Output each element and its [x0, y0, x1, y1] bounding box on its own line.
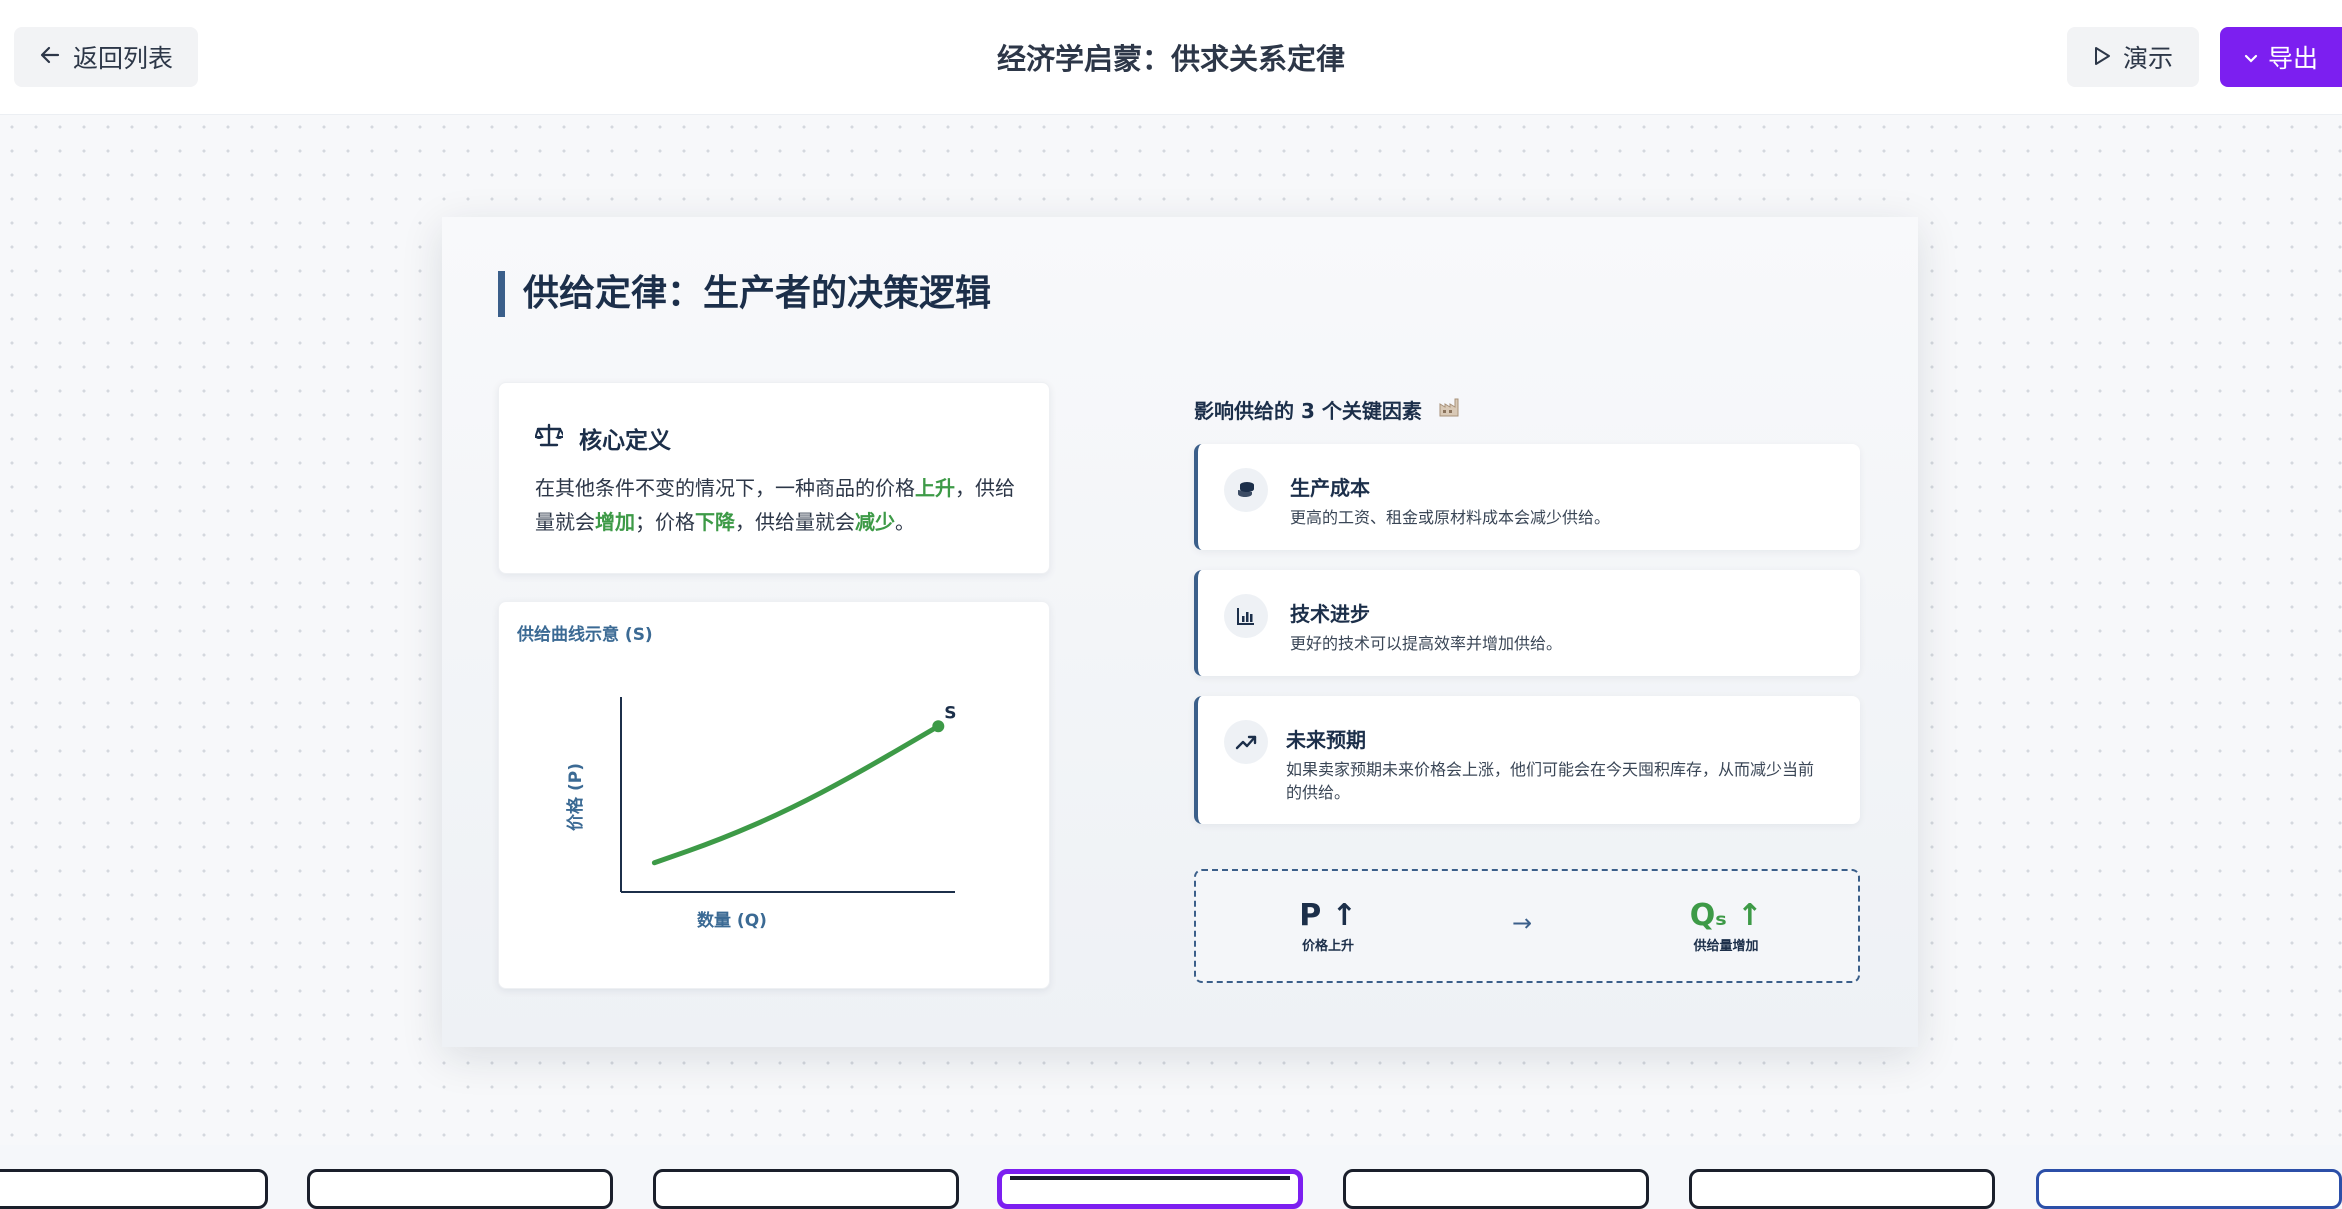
- y-axis-label: 价格 (P): [565, 763, 586, 831]
- chevron-down-icon: [2244, 43, 2258, 72]
- slide-thumbnail[interactable]: [1689, 1169, 1995, 1209]
- definition-text-part: ；价格: [635, 510, 695, 534]
- coins-icon: [1224, 468, 1268, 512]
- definition-heading-row: 核心定义: [534, 421, 671, 455]
- slide-thumbnail[interactable]: [0, 1169, 268, 1209]
- factor-card-technology: 技术进步 更好的技术可以提高效率并增加供给。: [1194, 570, 1860, 676]
- definition-card: 核心定义 在其他条件不变的情况下，一种商品的价格上升，供给量就会增加；价格下降，…: [498, 382, 1050, 574]
- summary-quantity: Qₛ ↑ 供给量增加: [1666, 898, 1786, 955]
- highlight-fall: 下降: [695, 510, 735, 534]
- slide-thumbnail[interactable]: [2036, 1169, 2342, 1209]
- definition-text-part: ，供给量就会: [735, 510, 855, 534]
- slide-thumbnails: [0, 1146, 2342, 1209]
- slide-thumbnail[interactable]: [307, 1169, 613, 1209]
- price-up-label: 价格上升: [1301, 939, 1354, 954]
- factors-title: 影响供给的 3 个关键因素: [1194, 399, 1422, 423]
- page-title: 经济学启蒙：供求关系定律: [996, 42, 1345, 76]
- highlight-rise: 上升: [915, 476, 955, 500]
- factor-name: 技术进步: [1290, 602, 1370, 626]
- summary-price: P ↑ 价格上升: [1288, 898, 1368, 955]
- slide[interactable]: 供给定律：生产者的决策逻辑 核心定义 在其他条件不变的情况下，一种商品的价格上升…: [442, 217, 1918, 1047]
- factor-card-expectations: 未来预期 如果卖家预期未来价格会上涨，他们可能会在今天囤积库存，从而减少当前的供…: [1194, 696, 1860, 824]
- factor-description: 更高的工资、租金或原材料成本会减少供给。: [1290, 508, 1611, 527]
- summary-box: P ↑ 价格上升 → Qₛ ↑ 供给量增加: [1194, 869, 1860, 983]
- slide-thumbnail[interactable]: [1343, 1169, 1649, 1209]
- factory-icon: [1438, 396, 1462, 423]
- definition-text-part: 。: [895, 510, 915, 534]
- factor-card-cost: 生产成本 更高的工资、租金或原材料成本会减少供给。: [1194, 444, 1860, 550]
- supply-curve-card: 供给曲线示意 (S) 数量 (Q) 价格 (P) S: [498, 601, 1050, 989]
- slide-title: 供给定律：生产者的决策逻辑: [498, 271, 991, 317]
- trend-up-icon: [1224, 720, 1268, 764]
- editor-canvas: 供给定律：生产者的决策逻辑 核心定义 在其他条件不变的情况下，一种商品的价格上升…: [0, 115, 2342, 1145]
- play-icon: [2093, 43, 2111, 72]
- factors-title-row: 影响供给的 3 个关键因素: [1194, 395, 1462, 424]
- present-label: 演示: [2122, 44, 2173, 73]
- top-bar: 返回列表 经济学启蒙：供求关系定律 演示 导出: [0, 0, 2342, 115]
- factor-description: 如果卖家预期未来价格会上涨，他们可能会在今天囤积库存，从而减少当前的供给。: [1286, 760, 1815, 802]
- factor-name: 生产成本: [1290, 476, 1370, 500]
- supply-curve-endpoint: [932, 720, 945, 733]
- bar-chart-icon: [1224, 594, 1268, 638]
- arrow-right-icon: →: [1512, 909, 1533, 937]
- supply-curve-chart: 数量 (Q) 价格 (P) S: [565, 697, 957, 931]
- present-button[interactable]: 演示: [2067, 27, 2199, 87]
- quantity-up-label: 供给量增加: [1693, 939, 1759, 954]
- x-axis-label: 数量 (Q): [697, 910, 767, 931]
- highlight-increase: 增加: [595, 510, 635, 534]
- scale-icon: [534, 423, 566, 453]
- factor-name: 未来预期: [1286, 728, 1366, 752]
- definition-text: 在其他条件不变的情况下，一种商品的价格上升，供给量就会增加；价格下降，供给量就会…: [535, 471, 1025, 539]
- export-label: 导出: [2268, 44, 2319, 73]
- definition-heading: 核心定义: [579, 428, 671, 454]
- slide-thumbnail-active[interactable]: [997, 1169, 1303, 1209]
- definition-text-part: 在其他条件不变的情况下，一种商品的价格: [535, 476, 915, 500]
- price-up-symbol: P ↑: [1299, 898, 1357, 933]
- factor-description: 更好的技术可以提高效率并增加供给。: [1290, 634, 1563, 653]
- quantity-up-symbol: Qₛ ↑: [1689, 898, 1763, 933]
- supply-curve-line: [651, 723, 941, 866]
- highlight-decrease: 减少: [855, 510, 895, 534]
- slide-thumbnail[interactable]: [653, 1169, 959, 1209]
- series-label-s: S: [944, 703, 956, 723]
- export-button[interactable]: 导出: [2220, 27, 2342, 87]
